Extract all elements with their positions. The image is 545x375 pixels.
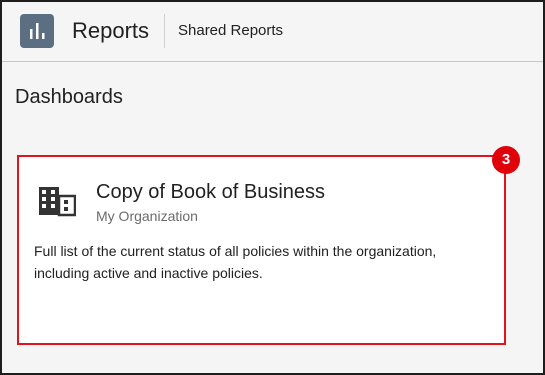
card-description: Full list of the current status of all p…	[34, 243, 437, 281]
section-title: Dashboards	[15, 86, 123, 108]
shared-reports-link[interactable]: Shared Reports	[178, 22, 283, 39]
header-divider	[164, 14, 165, 48]
annotation-badge: 3	[492, 146, 520, 174]
dashboard-card[interactable]: Copy of Book of Business My Organization…	[17, 155, 506, 345]
card-subtitle: My Organization	[96, 208, 198, 224]
building-icon	[38, 185, 77, 222]
app-title: Reports	[72, 18, 150, 43]
app-header: Reports Shared Reports	[2, 2, 543, 62]
card-title: Copy of Book of Business	[96, 181, 326, 203]
bar-chart-icon[interactable]	[20, 14, 54, 48]
window-frame: Reports Shared Reports Dashboards Copy o…	[0, 0, 545, 375]
